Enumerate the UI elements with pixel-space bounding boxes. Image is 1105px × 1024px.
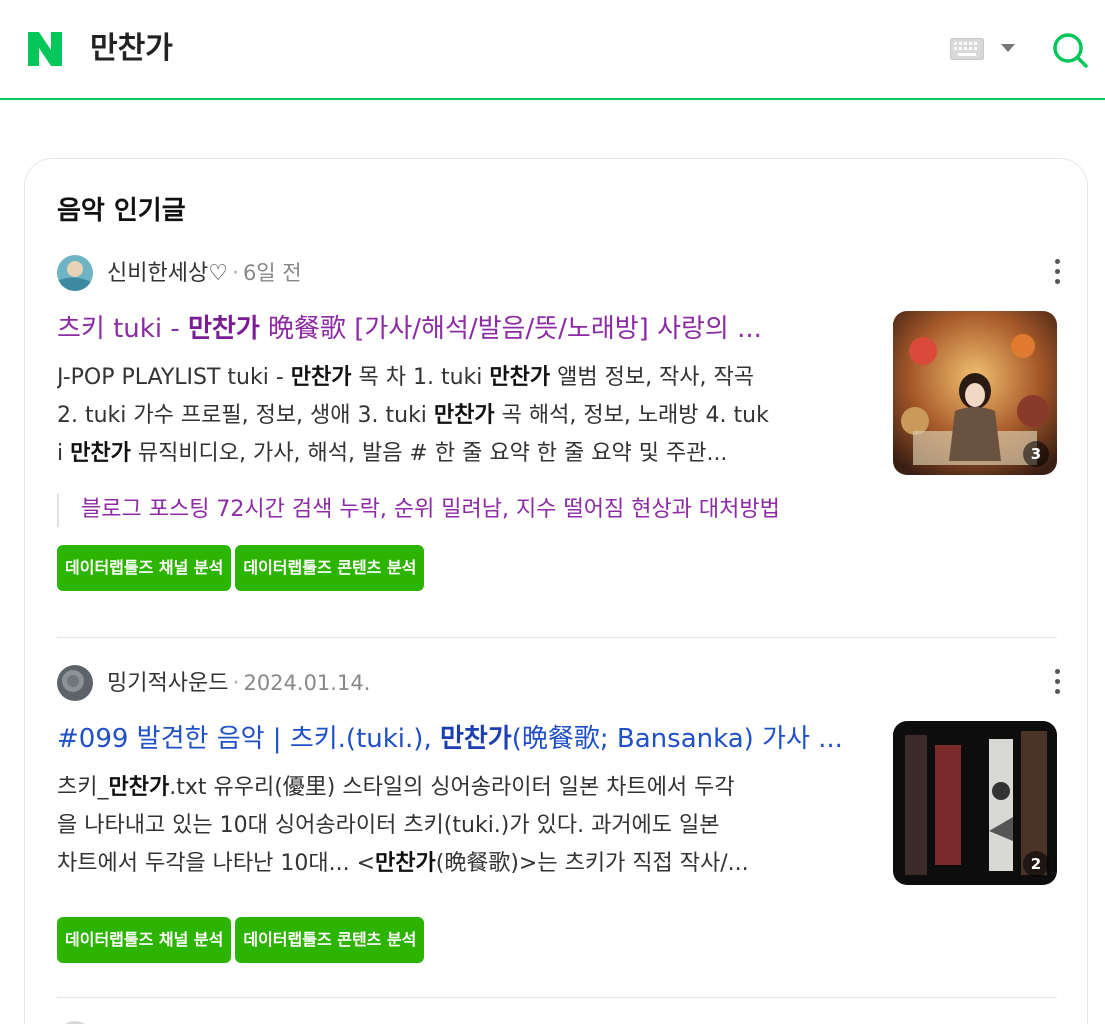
description-line: 츠키_만찬가.txt 유우리(優里) 스타일의 싱어송라이터 일본 차트에서 두… [57,775,735,800]
tag-group: 데이터랩툴즈 채널 분석 데이터랩툴즈 콘텐츠 분석 [57,917,428,963]
naver-logo[interactable] [26,30,64,68]
author-name[interactable]: 신비한세상♡ [107,261,228,286]
datalab-channel-analysis-button[interactable]: 데이터랩툴즈 채널 분석 [57,545,232,591]
description-line: J-POP PLAYLIST tuki - 만찬가 목 차 1. tuki 만찬… [57,365,755,390]
post-title-text: 츠키 tuki - [57,314,188,344]
related-post-link[interactable]: 블로그 포스팅 72시간 검색 누락, 순위 밀려남, 지수 떨어짐 현상과 대… [57,493,869,527]
post-title-text: #099 발견한 음악 | 츠키.(tuki.), [57,724,440,754]
search-query[interactable]: 만찬가 [90,29,173,69]
section-title: 음악 인기글 [57,196,186,226]
more-options-icon[interactable] [1053,259,1061,287]
avatar[interactable] [57,665,93,701]
divider [57,637,1057,638]
chevron-down-icon[interactable] [1001,44,1015,52]
datalab-content-analysis-button[interactable]: 데이터랩툴즈 콘텐츠 분석 [235,545,425,591]
avatar[interactable] [57,255,93,291]
post-thumbnail[interactable]: 3 [893,311,1057,475]
separator-dot: · [231,261,239,286]
description-line: 을 나타내고 있는 10대 싱어송라이터 츠키(tuki.)가 있다. 과거에도… [57,813,720,838]
post-date: 6일 전 [242,261,302,285]
more-options-icon[interactable] [1053,669,1061,697]
datalab-channel-analysis-button[interactable]: 데이터랩툴즈 채널 분석 [57,917,232,963]
description-line: 차트에서 두각을 나타난 10대... <만찬가(晩餐歌)>는 츠키가 직접 작… [57,851,749,876]
image-count-badge: 3 [1023,441,1049,467]
tag-group: 데이터랩툴즈 채널 분석 데이터랩툴즈 콘텐츠 분석 [57,545,428,591]
post-description[interactable]: 츠키_만찬가.txt 유우리(優里) 스타일의 싱어송라이터 일본 차트에서 두… [57,769,869,883]
music-popular-card: 음악 인기글 신비한세상♡ · 6일 전 츠키 tuki - 만찬가 晩餐歌 [가사… [24,158,1088,1024]
post-thumbnail[interactable]: 2 [893,721,1057,885]
search-header: 만찬가 [0,0,1105,100]
author-row: 신비한세상♡ · 6일 전 [57,255,1060,291]
post-title-text: 晩餐歌 [가사/해석/발음/뜻/노래방] 사랑의 ... [259,314,762,344]
description-line: i 만찬가 뮤직비디오, 가사, 해석, 발음 # 한 줄 요약 한 줄 요약 … [57,441,728,466]
post-description[interactable]: J-POP PLAYLIST tuki - 만찬가 목 차 1. tuki 만찬… [57,359,869,473]
author-row: 밍기적사운드 · 2024.01.14. [57,665,1060,701]
author-name[interactable]: 밍기적사운드 [107,671,228,696]
divider [57,997,1057,998]
search-icon[interactable] [1050,30,1090,70]
post-title-link[interactable]: 츠키 tuki - 만찬가 晩餐歌 [가사/해석/발음/뜻/노래방] 사랑의 .… [57,311,869,347]
post-title-link[interactable]: #099 발견한 음악 | 츠키.(tuki.), 만찬가(晩餐歌; Bansa… [57,721,869,757]
keyboard-icon[interactable] [950,38,984,60]
post-title-keyword: 만찬가 [187,314,260,344]
image-count-badge: 2 [1023,851,1049,877]
description-line: 2. tuki 가수 프로필, 정보, 생애 3. tuki 만찬가 곡 해석,… [57,403,769,428]
post-date: 2024.01.14. [243,671,371,695]
post-title-keyword: 만찬가 [439,724,512,754]
separator-dot: · [232,671,240,696]
post-title-text: (晩餐歌; Bansanka) 가사 ... [511,724,843,754]
datalab-content-analysis-button[interactable]: 데이터랩툴즈 콘텐츠 분석 [235,917,425,963]
